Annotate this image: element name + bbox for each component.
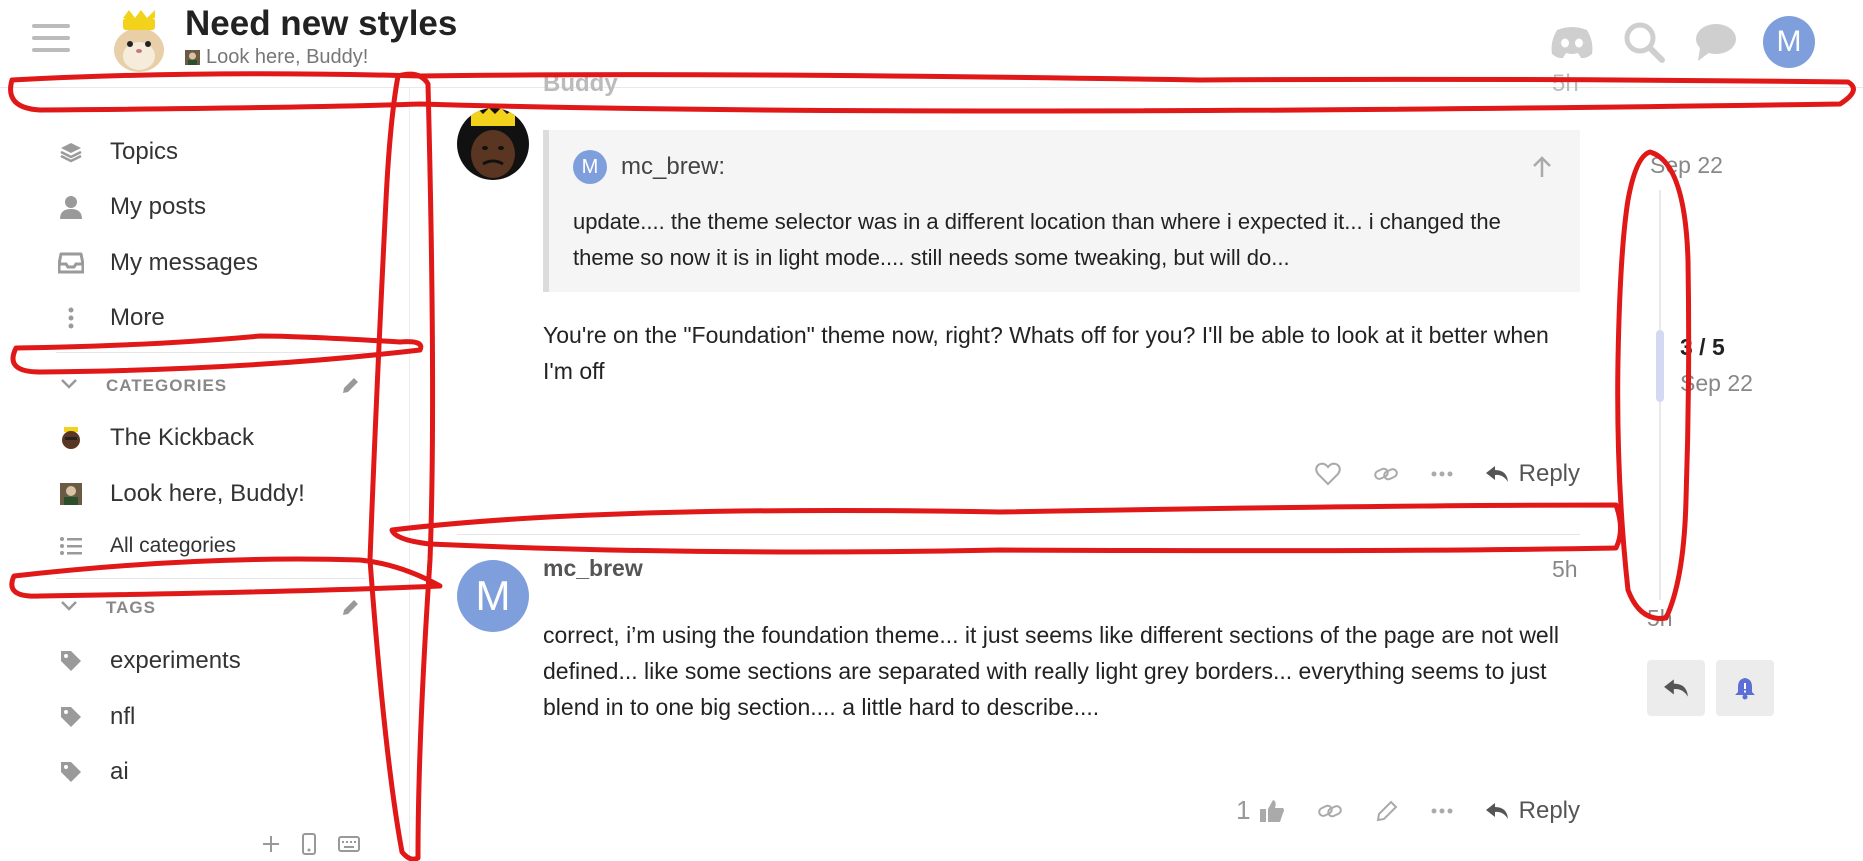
tag-icon <box>56 706 86 728</box>
more-actions-ellipsis-icon[interactable] <box>1431 808 1453 814</box>
topic-category-link[interactable]: Look here, Buddy! <box>185 46 368 69</box>
categories-heading: CATEGORIES <box>106 376 228 395</box>
chat-icon[interactable] <box>1691 17 1741 67</box>
sidebar-item-tag-experiments[interactable]: experiments <box>56 641 241 681</box>
sidebar-item-topics[interactable]: Topics <box>56 132 178 172</box>
timeline-current-date: Sep 22 <box>1680 370 1753 396</box>
buddy-category-icon <box>56 483 86 505</box>
sidebar-divider <box>56 578 366 579</box>
sidebar-item-label: experiments <box>110 647 241 674</box>
categories-section-header[interactable]: CATEGORIES <box>60 372 360 400</box>
timeline-end-date[interactable]: 5h <box>1647 605 1673 632</box>
reply-button[interactable]: Reply <box>1485 797 1580 825</box>
tags-section-header[interactable]: TAGS <box>60 594 360 622</box>
mobile-view-icon[interactable] <box>302 833 316 860</box>
sidebar-item-label: The Kickback <box>110 424 255 451</box>
tag-icon <box>56 650 86 672</box>
sidebar-item-look-here-buddy[interactable]: Look here, Buddy! <box>56 474 305 514</box>
edit-tags-pencil-icon[interactable] <box>340 598 360 623</box>
sidebar-item-tag-nfl[interactable]: nfl <box>56 697 135 737</box>
quote-text: update.... the theme selector was in a d… <box>573 209 1501 270</box>
category-badge-icon <box>185 50 200 65</box>
kickback-category-icon <box>56 426 86 450</box>
timeline-start-date[interactable]: Sep 22 <box>1650 152 1723 179</box>
post-body: You're on the "Foundation" theme now, ri… <box>543 322 1549 384</box>
topic-category-label: Look here, Buddy! <box>206 46 369 68</box>
mc-brew-avatar[interactable]: M <box>457 560 529 632</box>
reply-arrow-icon <box>1485 802 1508 819</box>
tags-heading: TAGS <box>106 598 156 617</box>
timeline-reply-button[interactable] <box>1647 660 1705 716</box>
reply-button[interactable]: Reply <box>1485 460 1580 488</box>
sidebar: Topics My posts My messages More CATEGOR… <box>0 88 410 861</box>
like-heart-icon[interactable] <box>1314 462 1341 486</box>
post-divider <box>457 534 1580 535</box>
jump-to-quote-arrow-up-icon[interactable] <box>1532 156 1552 183</box>
notification-level-button[interactable] <box>1716 660 1774 716</box>
sidebar-item-label: My posts <box>110 193 207 220</box>
link-icon[interactable] <box>1373 464 1399 484</box>
edit-categories-pencil-icon[interactable] <box>340 376 360 401</box>
sidebar-item-label: nfl <box>110 703 136 730</box>
chevron-down-icon <box>60 377 82 395</box>
timeline-progress: 3 / 5 <box>1680 334 1725 360</box>
sidebar-item-my-posts[interactable]: My posts <box>56 187 206 227</box>
plus-icon[interactable] <box>262 835 280 858</box>
site-header: Need new styles Look here, Buddy! M <box>0 0 1863 88</box>
chevron-down-icon <box>60 599 82 617</box>
hamster-logo-icon[interactable] <box>110 8 168 74</box>
layers-icon <box>56 141 86 163</box>
link-icon[interactable] <box>1317 801 1343 821</box>
edit-pencil-icon[interactable] <box>1375 799 1399 823</box>
post-date[interactable]: 5h <box>1552 556 1578 583</box>
sidebar-item-more[interactable]: More <box>56 298 165 338</box>
reply-label: Reply <box>1518 460 1580 487</box>
quote-username: mc_brew: <box>621 153 726 180</box>
search-icon[interactable] <box>1619 17 1669 67</box>
bell-icon <box>1735 678 1755 700</box>
sidebar-footer <box>262 833 360 860</box>
like-button[interactable]: 1 <box>1236 795 1284 826</box>
scrolled-post-date: 5h <box>1552 70 1579 97</box>
user-avatar[interactable]: M <box>1763 16 1815 68</box>
sidebar-item-label: My messages <box>110 249 259 276</box>
keyboard-shortcuts-icon[interactable] <box>338 836 360 857</box>
sidebar-item-the-kickback[interactable]: The Kickback <box>56 418 254 458</box>
tag-icon <box>56 761 86 783</box>
sidebar-item-all-categories[interactable]: All categories <box>56 526 236 566</box>
scrolled-post-username: Buddy <box>543 70 618 97</box>
post-actions: Reply <box>1314 460 1580 488</box>
inbox-icon <box>56 252 86 274</box>
topic-title[interactable]: Need new styles <box>185 4 457 44</box>
sidebar-item-label: Look here, Buddy! <box>110 480 305 507</box>
thumbs-up-icon <box>1259 799 1284 822</box>
quote-block: M mc_brew: update.... the theme selector… <box>543 130 1580 292</box>
discord-icon[interactable] <box>1547 17 1597 67</box>
reply-arrow-icon <box>1664 679 1688 697</box>
quote-header: M mc_brew: <box>573 150 725 184</box>
sidebar-item-label: All categories <box>110 534 237 557</box>
reply-arrow-icon <box>1485 466 1508 482</box>
list-icon <box>56 537 86 555</box>
post-body: correct, i’m using the foundation theme.… <box>543 622 1559 720</box>
post-username[interactable]: mc_brew <box>543 555 643 582</box>
quote-avatar[interactable]: M <box>573 150 607 184</box>
sidebar-item-label: ai <box>110 758 129 785</box>
like-count: 1 <box>1236 795 1251 825</box>
post-actions: 1 Reply <box>1236 795 1580 826</box>
sidebar-divider <box>56 352 366 353</box>
sidebar-item-my-messages[interactable]: My messages <box>56 243 258 283</box>
sidebar-item-tag-ai[interactable]: ai <box>56 752 129 792</box>
timeline-scroll-handle[interactable] <box>1656 330 1664 402</box>
sidebar-item-label: More <box>110 304 165 331</box>
vertical-ellipsis-icon <box>56 307 86 329</box>
hamburger-menu-icon[interactable] <box>32 24 70 56</box>
sidebar-item-label: Topics <box>110 138 179 165</box>
user-icon <box>56 195 86 219</box>
buddy-avatar[interactable] <box>457 108 529 180</box>
reply-label: Reply <box>1518 796 1580 824</box>
header-icons: M <box>1547 14 1815 70</box>
more-actions-ellipsis-icon[interactable] <box>1431 471 1453 477</box>
